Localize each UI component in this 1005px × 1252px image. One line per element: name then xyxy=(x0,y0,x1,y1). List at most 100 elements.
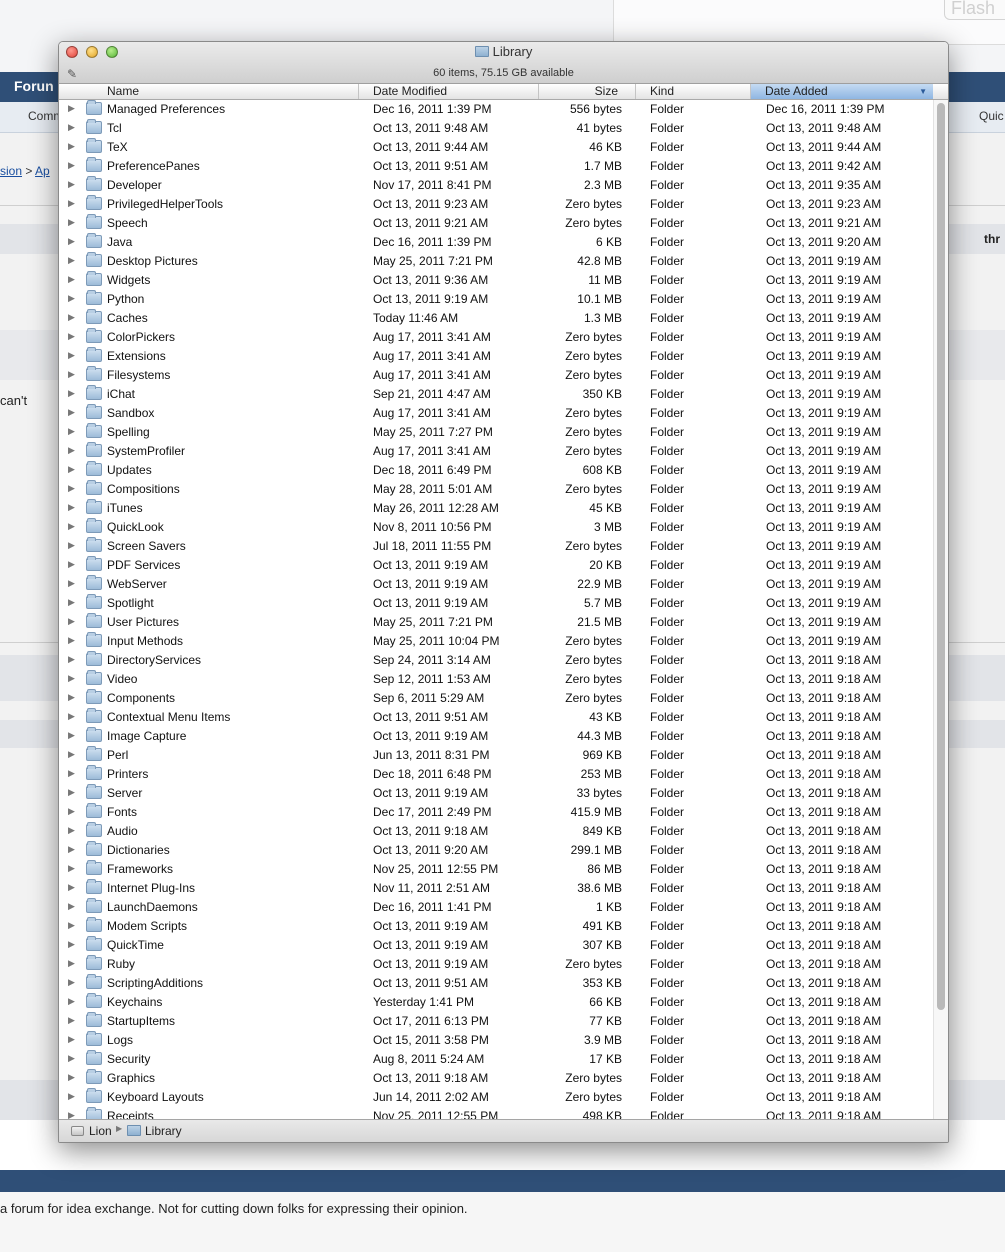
file-row[interactable]: ▶ Managed Preferences Dec 16, 2011 1:39 PM… xyxy=(59,100,933,119)
file-row[interactable]: ▶ Video Sep 12, 2011 1:53 AM Zero bytes Fold… xyxy=(59,670,933,689)
file-row[interactable]: ▶ TeX Oct 13, 2011 9:44 AM 46 KB Folder Oct 1… xyxy=(59,138,933,157)
file-row[interactable]: ▶ Desktop Pictures May 25, 2011 7:21 PM 42.… xyxy=(59,252,933,271)
disclosure-triangle-icon[interactable]: ▶ xyxy=(68,217,75,228)
disclosure-triangle-icon[interactable]: ▶ xyxy=(68,388,75,399)
disclosure-triangle-icon[interactable]: ▶ xyxy=(68,445,75,456)
file-row[interactable]: ▶ Frameworks Nov 25, 2011 12:55 PM 86 MB Fol… xyxy=(59,860,933,879)
file-row[interactable]: ▶ WebServer Oct 13, 2011 9:19 AM 22.9 MB Fol… xyxy=(59,575,933,594)
file-row[interactable]: ▶ Image Capture Oct 13, 2011 9:19 AM 44.3 M… xyxy=(59,727,933,746)
disclosure-triangle-icon[interactable]: ▶ xyxy=(68,274,75,285)
column-header-date-added[interactable]: Date Added ▼ xyxy=(751,84,933,99)
disclosure-triangle-icon[interactable]: ▶ xyxy=(68,901,75,912)
disclosure-triangle-icon[interactable]: ▶ xyxy=(68,939,75,950)
disclosure-triangle-icon[interactable]: ▶ xyxy=(68,806,75,817)
disclosure-triangle-icon[interactable]: ▶ xyxy=(68,1015,75,1026)
file-row[interactable]: ▶ Extensions Aug 17, 2011 3:41 AM Zero byte… xyxy=(59,347,933,366)
file-row[interactable]: ▶ Receipts Nov 25, 2011 12:55 PM 498 KB Fold… xyxy=(59,1107,933,1119)
file-row[interactable]: ▶ QuickTime Oct 13, 2011 9:19 AM 307 KB Fold… xyxy=(59,936,933,955)
disclosure-triangle-icon[interactable]: ▶ xyxy=(68,977,75,988)
disclosure-triangle-icon[interactable]: ▶ xyxy=(68,559,75,570)
disclosure-triangle-icon[interactable]: ▶ xyxy=(68,654,75,665)
disclosure-triangle-icon[interactable]: ▶ xyxy=(68,255,75,266)
disclosure-triangle-icon[interactable]: ▶ xyxy=(68,407,75,418)
title-bar[interactable]: Library ✎ 60 items, 75.15 GB available xyxy=(59,42,948,84)
disclosure-triangle-icon[interactable]: ▶ xyxy=(68,844,75,855)
column-header-date-modified[interactable]: Date Modified xyxy=(359,84,539,99)
disclosure-triangle-icon[interactable]: ▶ xyxy=(68,502,75,513)
scrollbar-thumb[interactable] xyxy=(937,103,945,1010)
disclosure-triangle-icon[interactable]: ▶ xyxy=(68,825,75,836)
disclosure-triangle-icon[interactable]: ▶ xyxy=(68,369,75,380)
disclosure-triangle-icon[interactable]: ▶ xyxy=(68,958,75,969)
disclosure-triangle-icon[interactable]: ▶ xyxy=(68,578,75,589)
disclosure-triangle-icon[interactable]: ▶ xyxy=(68,597,75,608)
disclosure-triangle-icon[interactable]: ▶ xyxy=(68,141,75,152)
disclosure-triangle-icon[interactable]: ▶ xyxy=(68,787,75,798)
file-row[interactable]: ▶ QuickLook Nov 8, 2011 10:56 PM 3 MB Folder… xyxy=(59,518,933,537)
file-row[interactable]: ▶ iChat Sep 21, 2011 4:47 AM 350 KB Folder Oc… xyxy=(59,385,933,404)
file-row[interactable]: ▶ LaunchDaemons Dec 16, 2011 1:41 PM 1 KB Fo… xyxy=(59,898,933,917)
disclosure-triangle-icon[interactable]: ▶ xyxy=(68,768,75,779)
disclosure-triangle-icon[interactable]: ▶ xyxy=(68,198,75,209)
disclosure-triangle-icon[interactable]: ▶ xyxy=(68,540,75,551)
disclosure-triangle-icon[interactable]: ▶ xyxy=(68,312,75,323)
file-row[interactable]: ▶ Keychains Yesterday 1:41 PM 66 KB Folder Oc… xyxy=(59,993,933,1012)
disclosure-triangle-icon[interactable]: ▶ xyxy=(68,673,75,684)
disclosure-triangle-icon[interactable]: ▶ xyxy=(68,863,75,874)
disclosure-triangle-icon[interactable]: ▶ xyxy=(68,749,75,760)
file-row[interactable]: ▶ Components Sep 6, 2011 5:29 AM Zero bytes… xyxy=(59,689,933,708)
file-row[interactable]: ▶ Perl Jun 13, 2011 8:31 PM 969 KB Folder Oct… xyxy=(59,746,933,765)
file-row[interactable]: ▶ Logs Oct 15, 2011 3:58 PM 3.9 MB Folder Oct… xyxy=(59,1031,933,1050)
disclosure-triangle-icon[interactable]: ▶ xyxy=(68,616,75,627)
disclosure-triangle-icon[interactable]: ▶ xyxy=(68,1034,75,1045)
file-row[interactable]: ▶ Dictionaries Oct 13, 2011 9:20 AM 299.1 M… xyxy=(59,841,933,860)
disclosure-triangle-icon[interactable]: ▶ xyxy=(68,920,75,931)
file-row[interactable]: ▶ Caches Today 11:46 AM 1.3 MB Folder Oct 13,… xyxy=(59,309,933,328)
disclosure-triangle-icon[interactable]: ▶ xyxy=(68,331,75,342)
file-row[interactable]: ▶ Contextual Menu Items Oct 13, 2011 9:51 … xyxy=(59,708,933,727)
file-row[interactable]: ▶ PreferencePanes Oct 13, 2011 9:51 AM 1.7 … xyxy=(59,157,933,176)
file-row[interactable]: ▶ Input Methods May 25, 2011 10:04 PM Zero … xyxy=(59,632,933,651)
file-row[interactable]: ▶ DirectoryServices Sep 24, 2011 3:14 AM Ze… xyxy=(59,651,933,670)
file-row[interactable]: ▶ Spelling May 25, 2011 7:27 PM Zero bytes F… xyxy=(59,423,933,442)
file-row[interactable]: ▶ Compositions May 28, 2011 5:01 AM Zero by… xyxy=(59,480,933,499)
file-row[interactable]: ▶ Developer Nov 17, 2011 8:41 PM 2.3 MB Fold… xyxy=(59,176,933,195)
file-row[interactable]: ▶ Graphics Oct 13, 2011 9:18 AM Zero bytes F… xyxy=(59,1069,933,1088)
path-item-volume[interactable]: Lion xyxy=(71,1124,112,1138)
breadcrumb-link-apple[interactable]: Ap xyxy=(35,164,50,178)
disclosure-triangle-icon[interactable]: ▶ xyxy=(68,350,75,361)
file-row[interactable]: ▶ Internet Plug-Ins Nov 11, 2011 2:51 AM 38… xyxy=(59,879,933,898)
file-row[interactable]: ▶ User Pictures May 25, 2011 7:21 PM 21.5 M… xyxy=(59,613,933,632)
file-row[interactable]: ▶ iTunes May 26, 2011 12:28 AM 45 KB Folder O… xyxy=(59,499,933,518)
disclosure-triangle-icon[interactable]: ▶ xyxy=(68,1053,75,1064)
file-row[interactable]: ▶ PDF Services Oct 13, 2011 9:19 AM 20 KB Fo… xyxy=(59,556,933,575)
disclosure-triangle-icon[interactable]: ▶ xyxy=(68,1091,75,1102)
file-row[interactable]: ▶ SystemProfiler Aug 17, 2011 3:41 AM Zero … xyxy=(59,442,933,461)
column-header-size[interactable]: Size xyxy=(539,84,636,99)
disclosure-triangle-icon[interactable]: ▶ xyxy=(68,882,75,893)
flash-button[interactable]: Flash xyxy=(944,0,1005,20)
file-row[interactable]: ▶ Security Aug 8, 2011 5:24 AM 17 KB Folder O… xyxy=(59,1050,933,1069)
file-row[interactable]: ▶ Sandbox Aug 17, 2011 3:41 AM Zero bytes Fo… xyxy=(59,404,933,423)
file-row[interactable]: ▶ ScriptingAdditions Oct 13, 2011 9:51 AM 3… xyxy=(59,974,933,993)
path-item-folder[interactable]: Library xyxy=(127,1124,182,1138)
file-row[interactable]: ▶ Java Dec 16, 2011 1:39 PM 6 KB Folder Oct 1… xyxy=(59,233,933,252)
file-row[interactable]: ▶ Widgets Oct 13, 2011 9:36 AM 11 MB Folder O… xyxy=(59,271,933,290)
quick-links[interactable]: Quic xyxy=(979,109,1004,123)
disclosure-triangle-icon[interactable]: ▶ xyxy=(68,711,75,722)
disclosure-triangle-icon[interactable]: ▶ xyxy=(68,464,75,475)
file-row[interactable]: ▶ Tcl Oct 13, 2011 9:48 AM 41 bytes Folder Oc… xyxy=(59,119,933,138)
disclosure-triangle-icon[interactable]: ▶ xyxy=(68,521,75,532)
disclosure-triangle-icon[interactable]: ▶ xyxy=(68,103,75,114)
file-row[interactable]: ▶ Ruby Oct 13, 2011 9:19 AM Zero bytes Folde… xyxy=(59,955,933,974)
column-header-name[interactable]: Name xyxy=(59,84,359,99)
file-row[interactable]: ▶ Fonts Dec 17, 2011 2:49 PM 415.9 MB Folder… xyxy=(59,803,933,822)
disclosure-triangle-icon[interactable]: ▶ xyxy=(68,293,75,304)
disclosure-triangle-icon[interactable]: ▶ xyxy=(68,179,75,190)
column-header-kind[interactable]: Kind xyxy=(636,84,751,99)
disclosure-triangle-icon[interactable]: ▶ xyxy=(68,1072,75,1083)
disclosure-triangle-icon[interactable]: ▶ xyxy=(68,692,75,703)
file-row[interactable]: ▶ Updates Dec 18, 2011 6:49 PM 608 KB Folder… xyxy=(59,461,933,480)
disclosure-triangle-icon[interactable]: ▶ xyxy=(68,996,75,1007)
file-row[interactable]: ▶ ColorPickers Aug 17, 2011 3:41 AM Zero by… xyxy=(59,328,933,347)
